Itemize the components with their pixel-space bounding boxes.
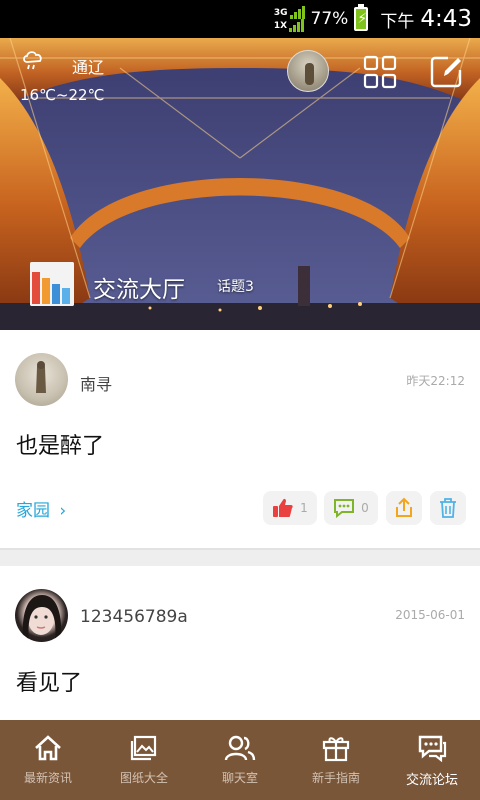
chat-bubble-icon [418,735,447,762]
share-button[interactable] [386,491,422,525]
comment-button[interactable]: 0 [324,491,378,525]
post-timestamp: 2015-06-01 [395,608,465,622]
weather-widget: 通辽 16℃~22℃ [20,46,104,104]
edit-icon[interactable] [428,54,464,90]
battery-percent: 77% [310,9,349,29]
post-content[interactable]: 也是醉了 [16,428,104,460]
nav-label: 交流论坛 [405,773,458,788]
signal-bars-icon [289,19,305,32]
signal-indicator: 3G 1X [274,6,305,32]
avatar[interactable] [15,589,68,642]
nav-item-chatroom[interactable]: 聊天室 [192,720,288,800]
post-timestamp: 昨天22:12 [406,374,465,388]
clock-ampm: 下午 [380,11,415,32]
image-icon [130,735,157,761]
weather-temperature: 16℃~22℃ [20,86,105,104]
nav-item-news[interactable]: 最新资讯 [0,720,96,800]
avatar[interactable] [15,353,68,406]
home-icon [35,735,61,761]
thumbs-up-icon [273,498,293,517]
post-author[interactable]: 123456789a [80,607,188,627]
network-type-bottom: 1X [273,21,288,31]
category-link[interactable]: 家园 › [16,496,66,521]
like-count: 1 [300,501,308,515]
forum-logo [30,262,74,306]
grid-icon[interactable] [362,54,398,90]
battery-icon: ⚡ [354,4,369,31]
app-screen: 3G 1X 77% ⚡ 下午 4:43 通辽 16℃~22℃ 交流大厅 话题3 … [0,0,480,800]
nav-item-forum[interactable]: 交流论坛 [384,720,480,800]
forum-header-banner: 通辽 16℃~22℃ 交流大厅 话题3 [0,38,480,330]
post-card[interactable]: 南寻 昨天22:12 也是醉了 家园 › 1 0 [0,330,480,548]
cloud-rain-icon [23,51,42,70]
users-icon [224,735,256,761]
topic-count: 话题3 [217,279,254,295]
nav-label: 聊天室 [221,771,258,785]
forum-title: 交流大厅 [93,277,185,303]
nav-item-guide[interactable]: 新手指南 [288,720,384,800]
network-type-top: 3G [273,8,288,18]
share-icon [396,497,412,517]
delete-button[interactable] [430,491,466,525]
like-button[interactable]: 1 [263,491,317,525]
post-card[interactable]: 123456789a 2015-06-01 看见了 [0,566,480,720]
comment-count: 0 [361,501,369,515]
post-divider [0,548,480,566]
signal-bars-icon [289,6,305,19]
clock-time: 4:43 [420,6,472,32]
post-content[interactable]: 看见了 [16,665,82,697]
user-avatar[interactable] [287,50,329,92]
status-bar: 3G 1X 77% ⚡ 下午 4:43 [0,0,480,38]
nav-label: 图纸大全 [119,771,168,785]
category-label: 家园 [16,501,50,521]
gift-box-icon [322,737,350,762]
nav-label: 新手指南 [311,771,360,785]
weather-location: 通辽 [72,58,105,77]
chevron-right-icon: › [59,501,67,521]
bottom-navigation: 最新资讯 图纸大全 聊天室 新手指南 交流论坛 [0,720,480,800]
post-author[interactable]: 南寻 [80,371,112,395]
comment-icon [334,499,355,518]
nav-item-drawings[interactable]: 图纸大全 [96,720,192,800]
trash-icon [440,498,456,518]
nav-label: 最新资讯 [23,771,72,785]
